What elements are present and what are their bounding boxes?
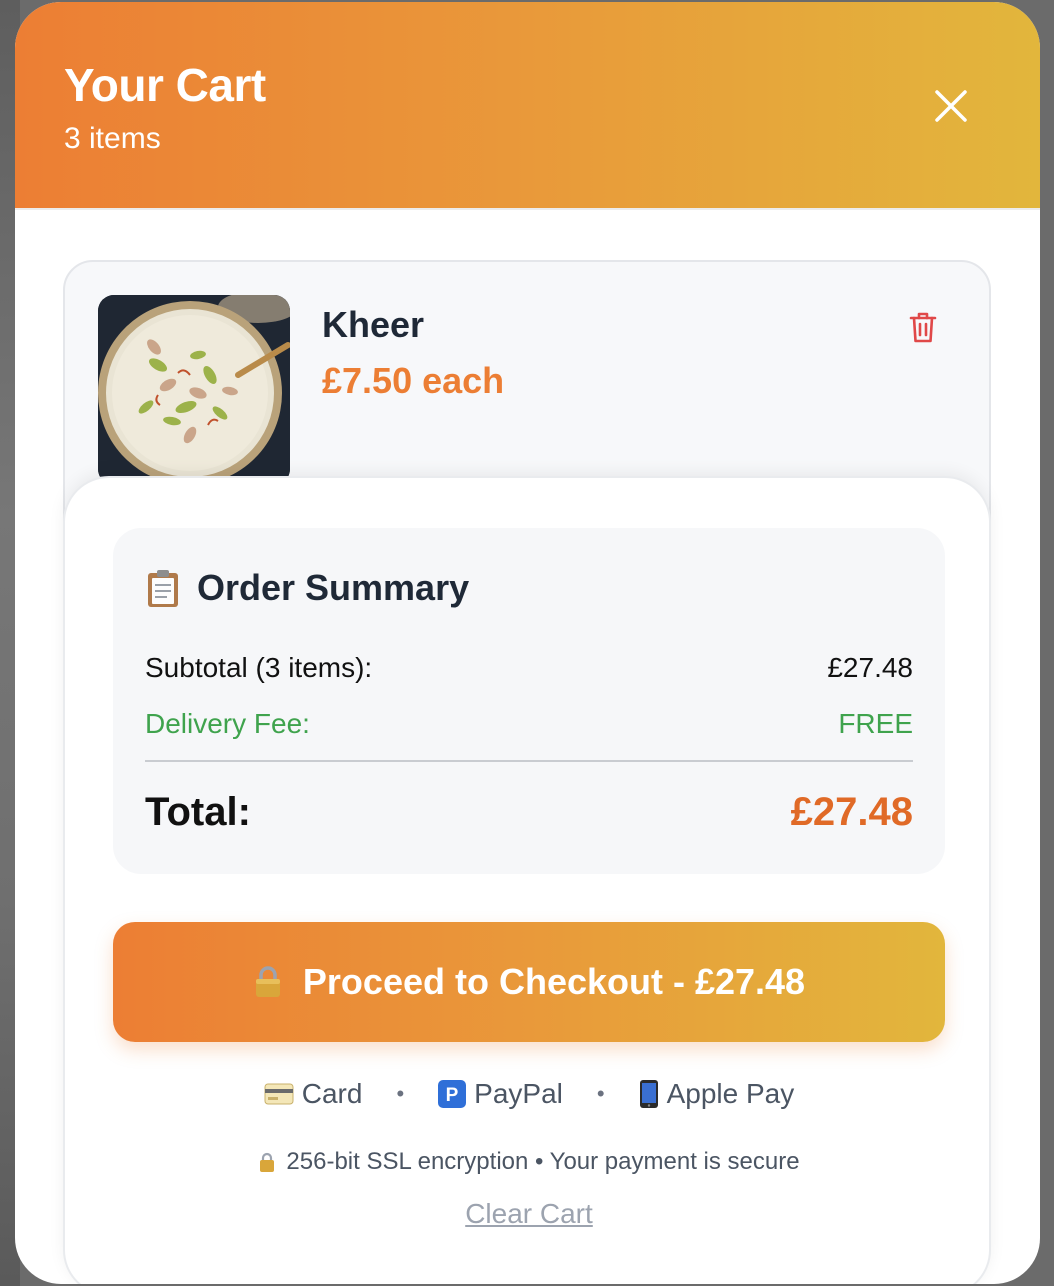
lock-icon xyxy=(260,1152,275,1172)
checkout-panel: Order Summary Subtotal (3 items): £27.48… xyxy=(63,476,991,1284)
subtotal-value: £27.48 xyxy=(827,652,913,683)
checkout-button-label: Proceed to Checkout - £27.48 xyxy=(302,961,806,1002)
item-price: £7.50 each xyxy=(322,360,505,401)
delivery-label: Delivery Fee: xyxy=(145,708,310,739)
kheer-image xyxy=(98,295,290,485)
subtotal-label: Subtotal (3 items): xyxy=(145,652,373,683)
delivery-value: FREE xyxy=(838,708,913,739)
close-icon xyxy=(935,90,967,122)
item-name: Kheer xyxy=(322,304,425,345)
mobile-phone-icon xyxy=(639,1080,658,1108)
payment-method-apple-pay-label: Apple Pay xyxy=(666,1078,795,1109)
order-summary-heading: Order Summary xyxy=(145,567,470,608)
payment-method-paypal-label: PayPal xyxy=(474,1078,563,1109)
total-label: Total: xyxy=(145,790,251,834)
security-note-text: 256-bit SSL encryption • Your payment is… xyxy=(286,1148,800,1175)
checkout-button[interactable]: Proceed to Checkout - £27.48 xyxy=(113,922,945,1042)
summary-divider xyxy=(145,760,913,762)
payment-method-card-label: Card xyxy=(301,1078,363,1109)
credit-card-icon xyxy=(264,1083,294,1105)
cart-item-count: 3 items xyxy=(64,122,161,155)
payment-method-apple-pay: Apple Pay xyxy=(639,1078,795,1110)
clear-cart-link[interactable]: Clear Cart xyxy=(65,1198,993,1230)
lock-icon xyxy=(255,966,280,997)
order-summary-title: Order Summary xyxy=(197,567,470,608)
payment-method-paypal: P PayPal xyxy=(438,1078,563,1110)
cart-title: Your Cart xyxy=(64,59,266,111)
paypal-icon: P xyxy=(438,1080,467,1108)
security-note: 256-bit SSL encryption • Your payment is… xyxy=(65,1148,993,1176)
subtotal-row: Subtotal (3 items): £27.48 xyxy=(145,652,913,684)
clipboard-icon xyxy=(148,570,178,607)
total-row: Total: £27.48 xyxy=(145,790,913,835)
cart-modal: Your Cart 3 items Kheer £7.50 each Order… xyxy=(15,2,1040,1284)
cart-header: Your Cart 3 items xyxy=(15,2,1040,210)
delivery-row: Delivery Fee: FREE xyxy=(145,708,913,740)
payment-method-card: Card xyxy=(264,1078,363,1110)
svg-text:P: P xyxy=(446,1085,459,1106)
close-button[interactable] xyxy=(931,86,971,126)
separator-dot: • xyxy=(596,1081,605,1106)
trash-icon xyxy=(909,312,937,343)
total-value: £27.48 xyxy=(790,790,913,834)
payment-methods: Card • P PayPal • Apple Pay xyxy=(65,1078,993,1110)
separator-dot: • xyxy=(396,1081,405,1106)
remove-item-button[interactable] xyxy=(908,310,938,344)
order-summary: Order Summary Subtotal (3 items): £27.48… xyxy=(113,528,945,874)
